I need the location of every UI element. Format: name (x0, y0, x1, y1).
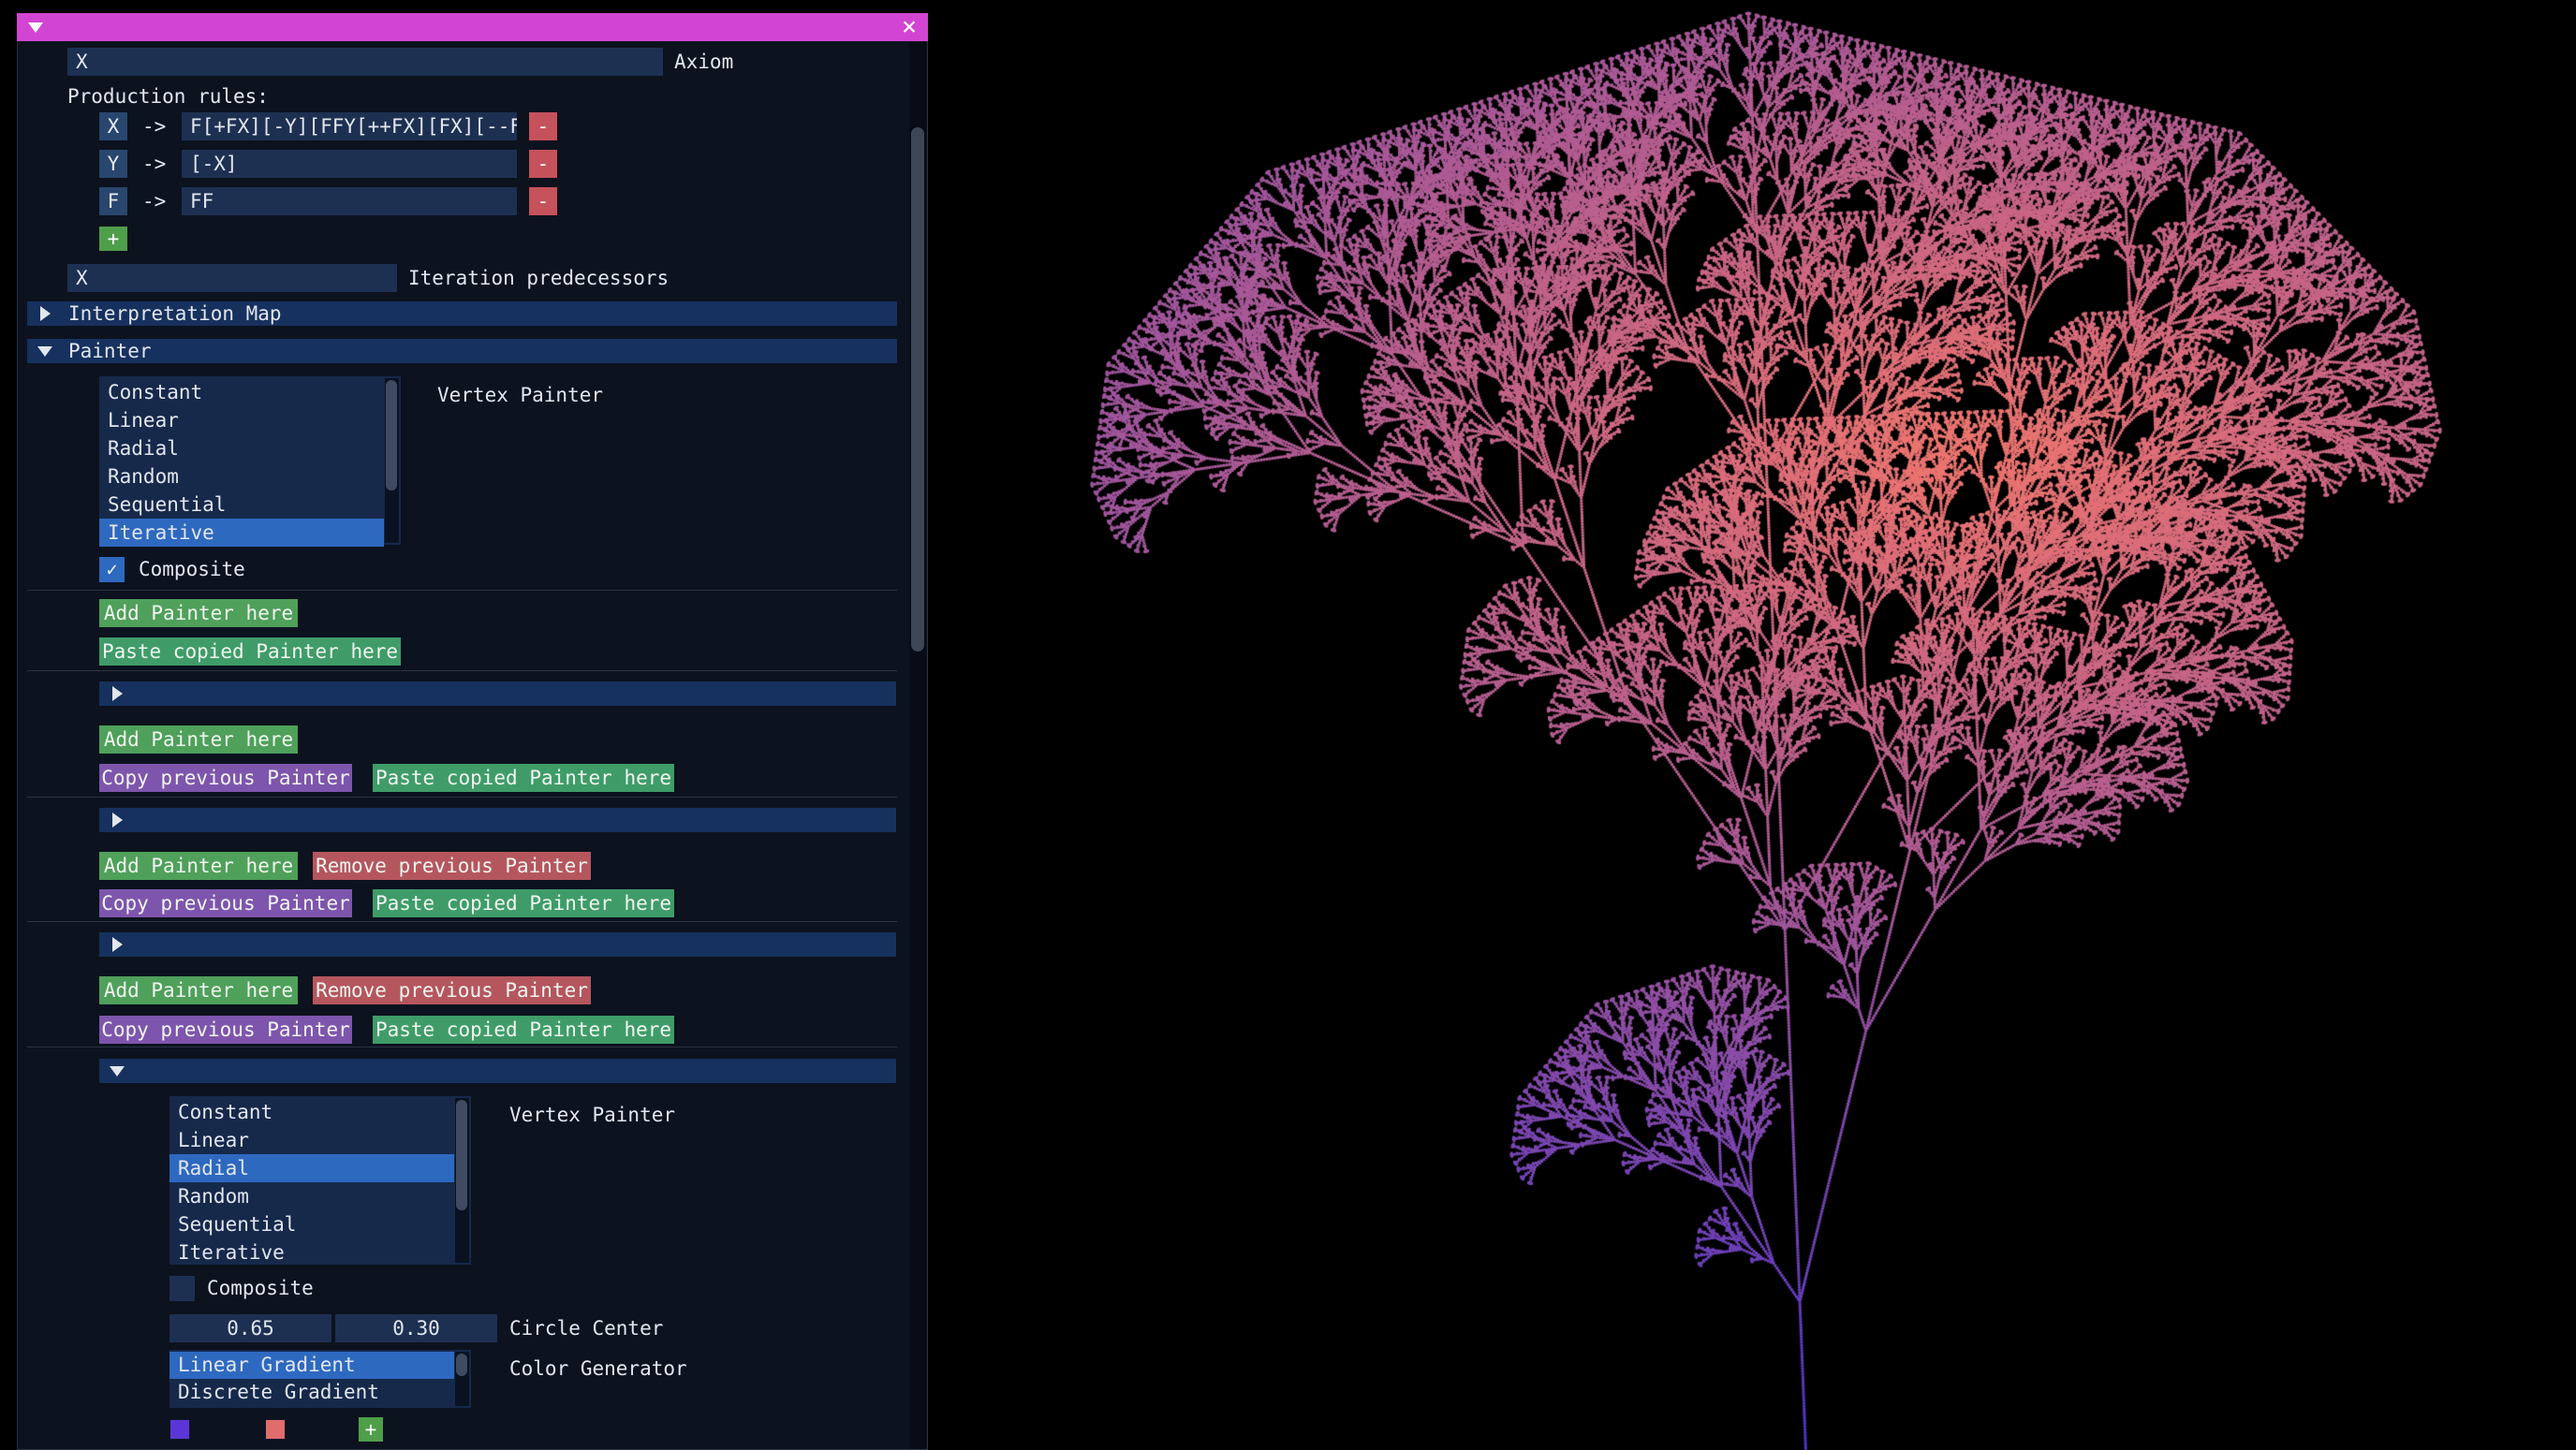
rule-remove-button[interactable]: - (529, 112, 557, 140)
collapse-icon (37, 346, 52, 357)
vertex-painter-label: Vertex Painter (509, 1101, 790, 1129)
rule-remove-button[interactable]: - (529, 150, 557, 178)
separator (27, 921, 897, 922)
listbox-item-iterative[interactable]: Iterative (169, 1238, 454, 1267)
rule-arrow-label: -> (142, 112, 180, 140)
interpretation-map-header[interactable]: Interpretation Map (27, 301, 897, 326)
listbox-item-linear[interactable]: Linear (99, 406, 384, 434)
listbox-item-discrete-gradient[interactable]: Discrete Gradient (169, 1379, 454, 1406)
rule-successor-input[interactable]: F[+FX][-Y][FFY[++FX][FX][--F (182, 112, 517, 140)
rule-arrow-label: -> (142, 150, 180, 178)
color-generator-listbox: Linear Gradient Discrete Gradient (169, 1350, 471, 1408)
composite-label: Composite (139, 557, 382, 582)
listbox-item-sequential[interactable]: Sequential (99, 491, 384, 519)
add-painter-button[interactable]: Add Painter here (99, 852, 298, 880)
window-titlebar[interactable]: × (17, 13, 928, 41)
rule-predecessor-button[interactable]: Y (99, 150, 127, 178)
listbox-item-constant[interactable]: Constant (169, 1098, 454, 1126)
vertex-painter-label: Vertex Painter (437, 381, 718, 409)
listbox-item-random[interactable]: Random (99, 462, 384, 491)
circle-center-label: Circle Center (509, 1314, 790, 1342)
scrollbar-handle[interactable] (456, 1100, 467, 1210)
collapse-icon (110, 1066, 125, 1077)
interpretation-map-label: Interpretation Map (68, 302, 282, 325)
remove-painter-button[interactable]: Remove previous Painter (313, 852, 591, 880)
listbox-item-iterative[interactable]: Iterative (99, 519, 384, 547)
window-collapse-icon[interactable] (28, 22, 43, 33)
color-generator-label: Color Generator (509, 1355, 809, 1383)
rule-remove-button[interactable]: - (529, 187, 557, 215)
paste-painter-button[interactable]: Paste copied Painter here (373, 1016, 674, 1044)
rule-arrow-label: -> (142, 187, 180, 215)
axiom-label: Axiom (674, 48, 880, 76)
scrollbar-handle[interactable] (456, 1354, 467, 1376)
listbox-item-constant[interactable]: Constant (99, 378, 384, 406)
check-icon: ✓ (106, 558, 117, 580)
rule-successor-input[interactable]: FF (182, 187, 517, 215)
listbox-item-random[interactable]: Random (169, 1182, 454, 1210)
iteration-predecessors-label: Iteration predecessors (408, 264, 802, 292)
gradient-color-swatch[interactable] (265, 1419, 286, 1440)
paste-painter-button[interactable]: Paste copied Painter here (373, 889, 674, 917)
listbox-scrollbar[interactable] (455, 1098, 469, 1263)
composite-checkbox[interactable]: ✓ (99, 557, 125, 582)
copy-painter-button[interactable]: Copy previous Painter (99, 764, 352, 792)
rule-predecessor-button[interactable]: X (99, 112, 127, 140)
production-rules-label: Production rules: (67, 84, 461, 109)
circle-center-x-input[interactable]: 0.65 (169, 1314, 331, 1342)
painter-node-header[interactable] (99, 932, 896, 957)
expand-icon (112, 813, 123, 828)
expand-icon (112, 937, 123, 952)
scrollbar-handle[interactable] (911, 127, 924, 652)
painter-header[interactable]: Painter (27, 339, 897, 363)
painter-node-header[interactable] (99, 1059, 896, 1083)
separator (27, 797, 897, 798)
iteration-predecessors-input[interactable]: X (67, 264, 397, 292)
add-painter-button[interactable]: Add Painter here (99, 599, 298, 627)
composite-checkbox[interactable] (169, 1276, 195, 1301)
scrollbar-handle[interactable] (386, 380, 397, 491)
listbox-scrollbar[interactable] (455, 1352, 469, 1406)
listbox-item-linear[interactable]: Linear (169, 1126, 454, 1154)
lsystem-canvas[interactable] (928, 0, 2576, 1450)
expand-icon (112, 686, 123, 701)
window-scrollbar[interactable] (909, 42, 926, 1449)
paste-painter-button[interactable]: Paste copied Painter here (99, 637, 401, 666)
painter-node-header[interactable] (99, 808, 896, 832)
add-color-button[interactable]: + (359, 1417, 383, 1442)
listbox-item-linear-gradient[interactable]: Linear Gradient (169, 1352, 454, 1379)
vertex-painter-listbox: Constant Linear Radial Random Sequential… (99, 376, 401, 545)
painter-label: Painter (68, 340, 152, 362)
add-painter-button[interactable]: Add Painter here (99, 725, 298, 754)
window-close-icon[interactable]: × (891, 13, 927, 41)
gradient-color-swatch[interactable] (169, 1419, 190, 1440)
circle-center-y-input[interactable]: 0.30 (335, 1314, 497, 1342)
expand-icon (40, 306, 51, 321)
vertex-painter-listbox: Constant Linear Radial Random Sequential… (169, 1096, 471, 1265)
add-painter-button[interactable]: Add Painter here (99, 976, 298, 1004)
copy-painter-button[interactable]: Copy previous Painter (99, 889, 352, 917)
copy-painter-button[interactable]: Copy previous Painter (99, 1016, 352, 1044)
rule-successor-input[interactable]: [-X] (182, 150, 517, 178)
separator (27, 670, 897, 671)
listbox-item-radial[interactable]: Radial (99, 434, 384, 462)
remove-painter-button[interactable]: Remove previous Painter (313, 976, 591, 1004)
rule-predecessor-button[interactable]: F (99, 187, 127, 215)
painter-node-header[interactable] (99, 681, 896, 706)
listbox-item-radial[interactable]: Radial (169, 1154, 454, 1182)
composite-label: Composite (207, 1276, 450, 1301)
paste-painter-button[interactable]: Paste copied Painter here (373, 764, 674, 792)
add-rule-button[interactable]: + (99, 227, 127, 251)
axiom-input[interactable]: X (67, 48, 663, 76)
separator (27, 590, 897, 591)
listbox-item-sequential[interactable]: Sequential (169, 1210, 454, 1238)
listbox-scrollbar[interactable] (385, 378, 399, 543)
